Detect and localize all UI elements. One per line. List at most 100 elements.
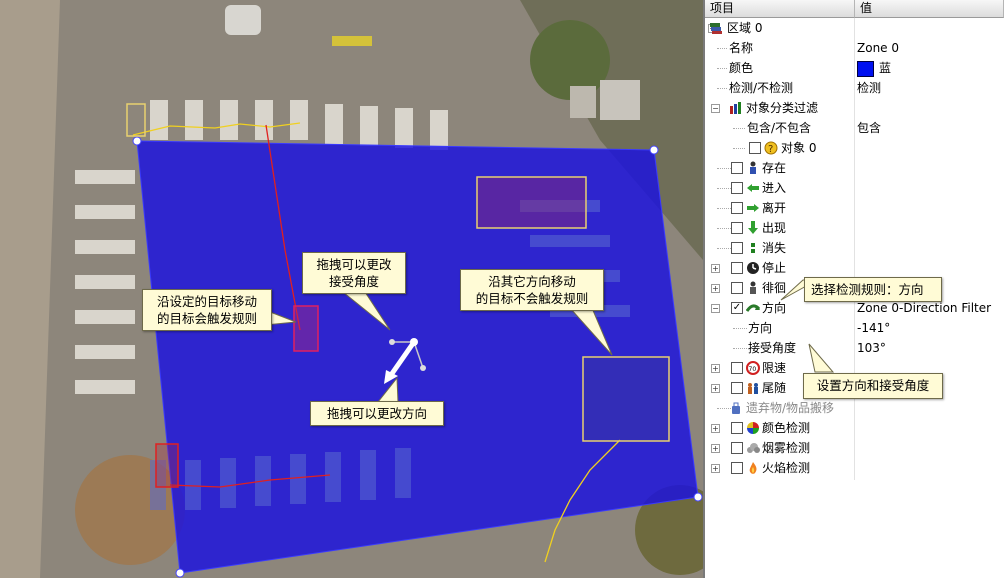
tree-label-accept-angle: 接受角度 [748, 341, 797, 355]
tree-label-stop: 停止 [762, 261, 787, 275]
value-include[interactable]: 包含 [857, 118, 881, 138]
tree-row-zone[interactable]: − 区域 0 [705, 18, 1004, 38]
parked-car [225, 5, 261, 35]
appear-checkbox[interactable] [731, 222, 743, 234]
value-detect[interactable]: 检测 [857, 78, 881, 98]
tailgate-checkbox[interactable] [731, 382, 743, 394]
color-detect-checkbox[interactable] [731, 422, 743, 434]
callout-angle-line2: 接受角度 [328, 274, 379, 289]
enter-arrow-icon [746, 181, 760, 195]
direction-checkbox[interactable]: ✓ [731, 302, 743, 314]
tree-label-direction-angle: 方向 [748, 321, 773, 335]
tree-label-object0: 对象 0 [781, 141, 817, 155]
fire-checkbox[interactable] [731, 462, 743, 474]
tree-row-fire[interactable]: + 火焰检测 [705, 458, 1004, 478]
utility-box-2 [570, 86, 596, 118]
tree-label-include: 包含/不包含 [747, 121, 812, 135]
tree-row-accept-angle[interactable]: 接受角度 103° [705, 338, 1004, 358]
tree-label-presence: 存在 [762, 161, 787, 175]
direction-filter-icon [745, 301, 761, 315]
smoke-checkbox[interactable] [731, 442, 743, 454]
expand-color-detect-icon[interactable]: + [711, 424, 720, 433]
disappear-icon [746, 241, 760, 255]
tree-row-color-detect[interactable]: + 颜色检测 [705, 418, 1004, 438]
tree-connector [717, 168, 731, 169]
column-header-value[interactable]: 值 [855, 0, 1004, 18]
stop-checkbox[interactable] [731, 262, 743, 274]
callout-set-direction: 设置方向和接受角度 [803, 373, 943, 399]
column-header-item[interactable]: 项目 [705, 0, 855, 18]
tree-row-presence[interactable]: 存在 [705, 158, 1004, 178]
value-accept-angle[interactable]: 103° [857, 338, 886, 358]
tree-row-name[interactable]: 名称 Zone 0 [705, 38, 1004, 58]
tree-label-name: 名称 [729, 41, 754, 55]
exit-checkbox[interactable] [731, 202, 743, 214]
callout-select-rule: 选择检测规则：方向 [804, 277, 942, 302]
callout-target-trigger: 沿设定的目标移动 的目标会触发规则 [142, 289, 272, 331]
tree-row-smoke[interactable]: + 烟雾检测 [705, 438, 1004, 458]
value-direction-angle[interactable]: -141° [857, 318, 890, 338]
callout-other-line2: 的目标不会触发规则 [475, 291, 589, 306]
expand-stop-icon[interactable]: + [711, 264, 720, 273]
tree-row-detect[interactable]: 检测/不检测 检测 [705, 78, 1004, 98]
callout-drag-angle: 拖拽可以更改 接受角度 [302, 252, 406, 294]
tree-label-speed: 限速 [762, 361, 787, 375]
camera-view[interactable]: 拖拽可以更改 接受角度 沿设定的目标移动 的目标会触发规则 沿其它方向移动 的目… [0, 0, 703, 578]
exit-arrow-icon [746, 201, 760, 215]
person-loiter-icon [746, 281, 760, 295]
tree-row-exit[interactable]: 离开 [705, 198, 1004, 218]
disappear-checkbox[interactable] [731, 242, 743, 254]
color-swatch [857, 61, 874, 77]
clock-icon [746, 261, 760, 275]
expand-tailgate-icon[interactable]: + [711, 384, 720, 393]
callout-other-no-trigger: 沿其它方向移动 的目标不会触发规则 [460, 269, 604, 311]
layers-icon [709, 21, 723, 35]
tree-row-color[interactable]: 颜色 蓝 [705, 58, 1004, 78]
tree-label-abandoned: 遗弃物/物品搬移 [746, 401, 835, 415]
tree-row-appear[interactable]: 出现 [705, 218, 1004, 238]
tree-row-object0[interactable]: ? 对象 0 [705, 138, 1004, 158]
tree-connector [733, 348, 747, 349]
speed-checkbox[interactable] [731, 362, 743, 374]
target-box-red-bottom [155, 443, 179, 488]
svg-text:70: 70 [749, 366, 757, 373]
tree-label-detect: 检测/不检测 [729, 81, 794, 95]
tree-connector [717, 68, 727, 69]
enter-checkbox[interactable] [731, 182, 743, 194]
expand-speed-icon[interactable]: + [711, 364, 720, 373]
tree-row-direction-angle[interactable]: 方向 -141° [705, 318, 1004, 338]
tree-row-enter[interactable]: 进入 [705, 178, 1004, 198]
column-header-item-label: 项目 [710, 1, 735, 15]
tree-connector [717, 48, 727, 49]
tree-label-tailgate: 尾随 [762, 381, 787, 395]
tree-connector [717, 248, 731, 249]
tree-row-include[interactable]: 包含/不包含 包含 [705, 118, 1004, 138]
expand-smoke-icon[interactable]: + [711, 444, 720, 453]
expand-loiter-icon[interactable]: + [711, 284, 720, 293]
tree-connector [733, 128, 745, 129]
tree-label-object-filter: 对象分类过滤 [746, 101, 819, 115]
smoke-icon [746, 441, 760, 455]
tree-row-stop[interactable]: + 停止 [705, 258, 1004, 278]
tree-row-object-filter[interactable]: − 对象分类过滤 [705, 98, 1004, 118]
tree-label-fire: 火焰检测 [762, 461, 811, 475]
collapse-filter-icon[interactable]: − [711, 104, 720, 113]
loiter-checkbox[interactable] [731, 282, 743, 294]
value-name[interactable]: Zone 0 [857, 38, 899, 58]
tree-label-color-detect: 颜色检测 [762, 421, 811, 435]
tree-label-enter: 进入 [762, 181, 787, 195]
tree-label-direction: 方向 [762, 301, 787, 315]
tree-connector [717, 228, 731, 229]
tree-connector [733, 148, 745, 149]
angle-handle-left[interactable] [389, 339, 395, 345]
tree-label-exit: 离开 [762, 201, 787, 215]
presence-checkbox[interactable] [731, 162, 743, 174]
utility-box [600, 80, 640, 120]
tailgate-people-icon [746, 381, 760, 395]
collapse-direction-icon[interactable]: − [711, 304, 720, 313]
object0-checkbox[interactable] [749, 142, 761, 154]
tree-row-disappear[interactable]: 消失 [705, 238, 1004, 258]
angle-handle-right[interactable] [420, 365, 426, 371]
expand-fire-icon[interactable]: + [711, 464, 720, 473]
tree-connector [717, 208, 731, 209]
